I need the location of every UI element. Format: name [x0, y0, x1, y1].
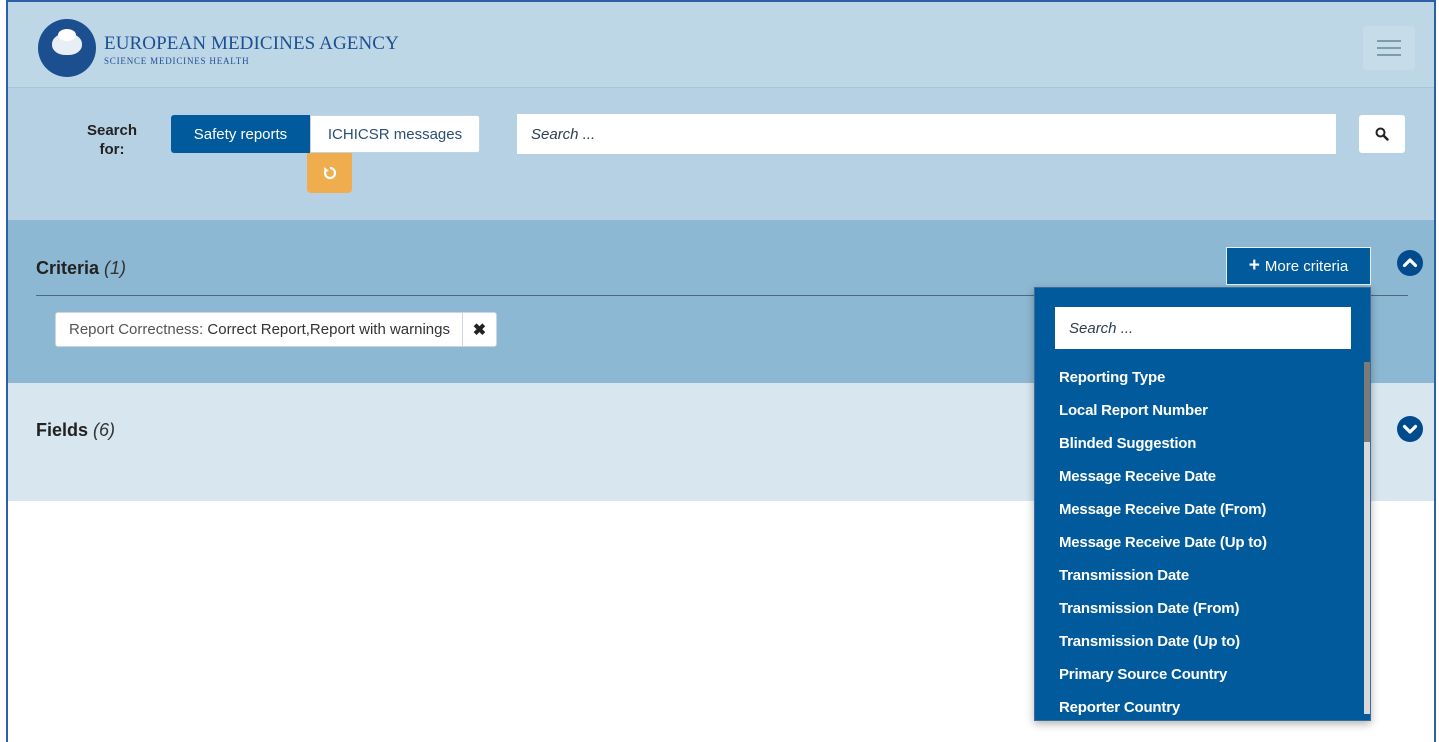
ema-logo-icon[interactable]	[38, 19, 96, 77]
more-criteria-dropdown: Reporting Type Local Report Number Blind…	[1034, 287, 1371, 721]
reset-button[interactable]	[307, 153, 352, 193]
list-item[interactable]: Local Report Number	[1059, 399, 1349, 432]
hamburger-line	[1377, 40, 1401, 42]
reset-icon	[323, 166, 336, 180]
search-for-label: Search for:	[86, 122, 138, 158]
list-item[interactable]: Message Receive Date (Up to)	[1059, 531, 1349, 564]
chevron-up-icon[interactable]	[1397, 250, 1423, 276]
scrollbar-thumb[interactable]	[1364, 362, 1370, 442]
criteria-list: Reporting Type Local Report Number Blind…	[1059, 366, 1349, 729]
criteria-count: (1)	[104, 258, 127, 278]
list-item[interactable]: Transmission Date (Up to)	[1059, 630, 1349, 663]
hamburger-line	[1377, 54, 1401, 56]
criteria-chip[interactable]: Report Correctness: Correct Report,Repor…	[55, 312, 497, 347]
fields-count: (6)	[93, 420, 116, 440]
search-bar: Search for: Safety reports ICHICSR messa…	[8, 88, 1434, 220]
search-icon	[1375, 127, 1389, 141]
fields-title[interactable]: Fields (6)	[36, 420, 115, 441]
list-item[interactable]: Message Receive Date (From)	[1059, 498, 1349, 531]
list-item[interactable]: Reporter Country	[1059, 696, 1349, 729]
hamburger-menu-icon[interactable]	[1363, 26, 1415, 70]
list-item[interactable]: Blinded Suggestion	[1059, 432, 1349, 465]
more-criteria-label: More criteria	[1264, 257, 1349, 275]
fields-title-text: Fields	[36, 420, 89, 440]
tab-ichicsr-messages[interactable]: ICHICSR messages	[310, 115, 480, 153]
list-item[interactable]: Message Receive Date	[1059, 465, 1349, 498]
criteria-search-input[interactable]	[1055, 307, 1351, 349]
chevron-down-icon[interactable]	[1397, 416, 1423, 442]
search-input[interactable]	[517, 114, 1336, 154]
chip-value: Correct Report,Report with warnings	[207, 321, 450, 338]
close-icon[interactable]: ✖	[461, 313, 496, 346]
list-item[interactable]: Transmission Date (From)	[1059, 597, 1349, 630]
list-item[interactable]: Transmission Date	[1059, 564, 1349, 597]
agency-name[interactable]: EUROPEAN MEDICINES AGENCY	[104, 33, 399, 55]
site-header: EUROPEAN MEDICINES AGENCY SCIENCE MEDICI…	[8, 2, 1434, 88]
more-criteria-button[interactable]: + More criteria	[1226, 247, 1371, 285]
agency-tagline: SCIENCE MEDICINES HEALTH	[104, 56, 250, 66]
plus-icon: +	[1248, 255, 1260, 276]
list-item[interactable]: Primary Source Country	[1059, 663, 1349, 696]
search-button[interactable]	[1359, 115, 1405, 153]
chip-label: Report Correctness:	[69, 321, 204, 338]
criteria-title-text: Criteria	[36, 258, 100, 278]
list-item[interactable]: Reporting Type	[1059, 366, 1349, 399]
chip-text: Report Correctness: Correct Report,Repor…	[56, 321, 462, 338]
tab-safety-reports[interactable]: Safety reports	[171, 115, 310, 153]
criteria-title[interactable]: Criteria (1)	[36, 258, 126, 279]
hamburger-line	[1377, 47, 1401, 49]
logo-highlight	[58, 29, 76, 41]
